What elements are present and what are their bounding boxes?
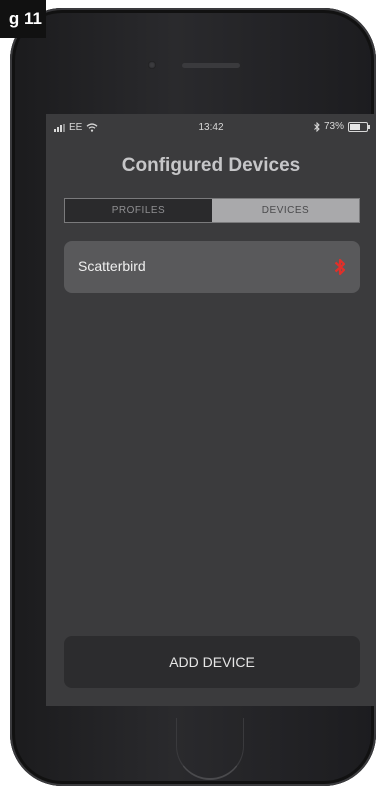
add-device-button[interactable]: ADD DEVICE	[64, 636, 360, 688]
battery-icon	[348, 121, 370, 132]
tab-devices[interactable]: DEVICES	[212, 199, 359, 222]
tab-profiles[interactable]: PROFILES	[65, 199, 212, 222]
bluetooth-status-icon	[314, 121, 320, 132]
front-camera	[148, 61, 156, 69]
phone-frame: EE 13:42 73% Configured Devices PROFILES…	[10, 8, 376, 786]
device-name: Scatterbird	[78, 258, 146, 274]
device-list-item[interactable]: Scatterbird	[64, 241, 360, 293]
figure-label: g 11	[0, 0, 46, 38]
home-button[interactable]	[176, 718, 244, 780]
segmented-control: PROFILES DEVICES	[64, 198, 360, 223]
battery-percent: 73%	[323, 121, 344, 132]
status-bar: EE 13:42 73%	[46, 114, 376, 140]
battery-fill	[350, 123, 361, 130]
bluetooth-icon	[334, 258, 346, 276]
earpiece-speaker	[182, 63, 240, 68]
status-right: 73%	[314, 121, 370, 132]
page-title: Configured Devices	[121, 155, 301, 176]
app-screen: EE 13:42 73% Configured Devices PROFILES…	[46, 114, 376, 706]
